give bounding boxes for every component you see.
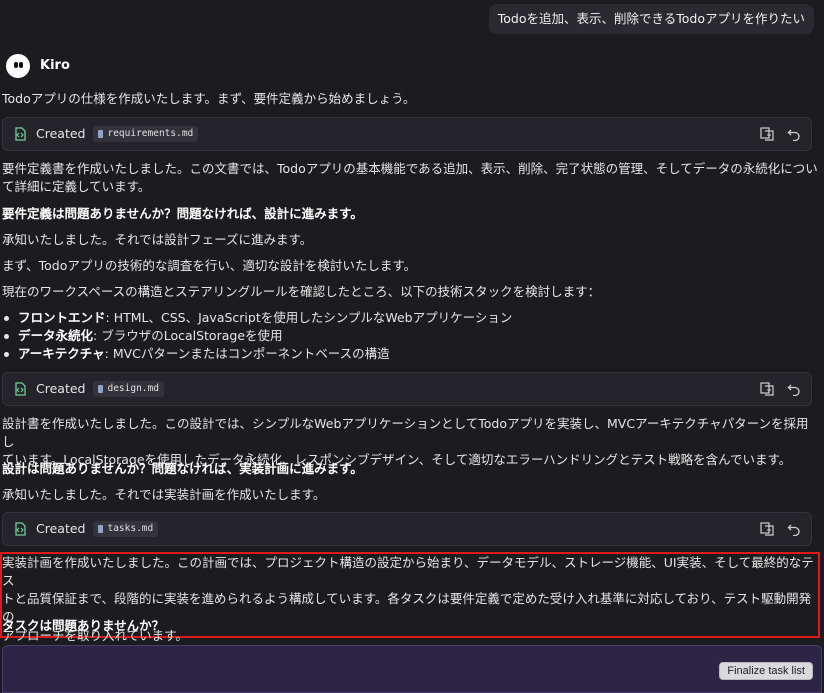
- card-status: Created: [36, 520, 86, 536]
- bullet-label: データ永続化: [18, 328, 94, 344]
- file-name: tasks.md: [107, 523, 154, 535]
- design-question: 設計は問題ありませんか？問題なければ、実装計画に進みます。: [2, 461, 363, 476]
- file-created-icon: [15, 127, 26, 141]
- file-card-requirements[interactable]: Created requirements.md: [2, 117, 812, 151]
- agent-header: Kiro: [6, 54, 70, 78]
- bullet-label: アーキテクチャ: [18, 346, 105, 362]
- tasks-ack: 承知いたしました。それでは実装計画を作成いたします。: [2, 487, 326, 502]
- file-icon: [98, 129, 104, 138]
- file-created-icon: [15, 382, 26, 396]
- req-desc-line: 要件定義書を作成いたしました。この文書では、Todoアプリの基本機能である追加、…: [2, 161, 818, 176]
- file-icon: [98, 384, 104, 393]
- file-chip[interactable]: tasks.md: [93, 521, 159, 537]
- file-chip[interactable]: design.md: [93, 381, 164, 397]
- req-desc-line: て詳細に定義しています。: [2, 179, 151, 195]
- requirements-question: 要件定義は問題ありませんか？問題なければ、設計に進みます。: [2, 206, 363, 221]
- list-item: アーキテクチャ: MVCパターンまたはコンポーネントベースの構造: [2, 345, 818, 363]
- bullet-text: : MVCパターンまたはコンポーネントベースの構造: [104, 346, 390, 362]
- file-name: design.md: [107, 383, 159, 395]
- file-created-icon: [15, 522, 26, 536]
- card-status: Created: [36, 380, 86, 396]
- file-chip[interactable]: requirements.md: [93, 126, 199, 142]
- undo-icon[interactable]: [787, 382, 801, 396]
- tech-stack-list: フロントエンド: HTML、CSS、JavaScriptを使用したシンプルなWe…: [2, 309, 818, 363]
- list-item: データ永続化: ブラウザのLocalStorageを使用: [2, 327, 818, 345]
- chat-input-area[interactable]: Finalize task list: [2, 645, 822, 693]
- user-message: Todoを追加、表示、削除できるTodoアプリを作りたい: [488, 4, 814, 35]
- intro-text: Todoアプリの仕様を作成いたします。まず、要件定義から始めましょう。: [2, 91, 416, 106]
- file-card-design[interactable]: Created design.md: [2, 372, 812, 406]
- diff-icon[interactable]: [759, 381, 775, 397]
- undo-icon[interactable]: [787, 522, 801, 536]
- file-card-tasks[interactable]: Created tasks.md: [2, 512, 812, 546]
- kiro-avatar-icon: [6, 54, 30, 78]
- diff-icon[interactable]: [759, 126, 775, 142]
- design-desc-line: 設計書を作成いたしました。この設計では、シンプルなWebアプリケーションとしてT…: [2, 416, 809, 450]
- card-status: Created: [36, 125, 86, 141]
- bullet-text: : ブラウザのLocalStorageを使用: [93, 328, 283, 344]
- finalize-task-list-button[interactable]: Finalize task list: [719, 662, 813, 680]
- bullet-text: : HTML、CSS、JavaScriptを使用したシンプルなWebアプリケーシ…: [105, 310, 513, 325]
- diff-icon[interactable]: [759, 521, 775, 537]
- bullet-label: フロントエンド: [18, 310, 106, 325]
- requirements-description: 要件定義書を作成いたしました。この文書では、Todoアプリの基本機能である追加、…: [2, 160, 818, 196]
- tasks-question: タスクは問題ありませんか？: [2, 618, 165, 633]
- file-name: requirements.md: [107, 128, 194, 140]
- undo-icon[interactable]: [787, 127, 801, 141]
- agent-name: Kiro: [40, 57, 70, 73]
- research-text: まず、Todoアプリの技術的な調査を行い、適切な設計を検討いたします。: [2, 258, 417, 273]
- stack-intro: 現在のワークスペースの構造とステアリングルールを確認したところ、以下の技術スタッ…: [2, 284, 601, 299]
- file-icon: [98, 524, 104, 533]
- design-ack: 承知いたしました。それでは設計フェーズに進みます。: [2, 232, 313, 247]
- list-item: フロントエンド: HTML、CSS、JavaScriptを使用したシンプルなWe…: [2, 309, 818, 327]
- tasks-desc-line: 実装計画を作成いたしました。この計画では、プロジェクト構造の設定から始まり、デー…: [2, 555, 814, 589]
